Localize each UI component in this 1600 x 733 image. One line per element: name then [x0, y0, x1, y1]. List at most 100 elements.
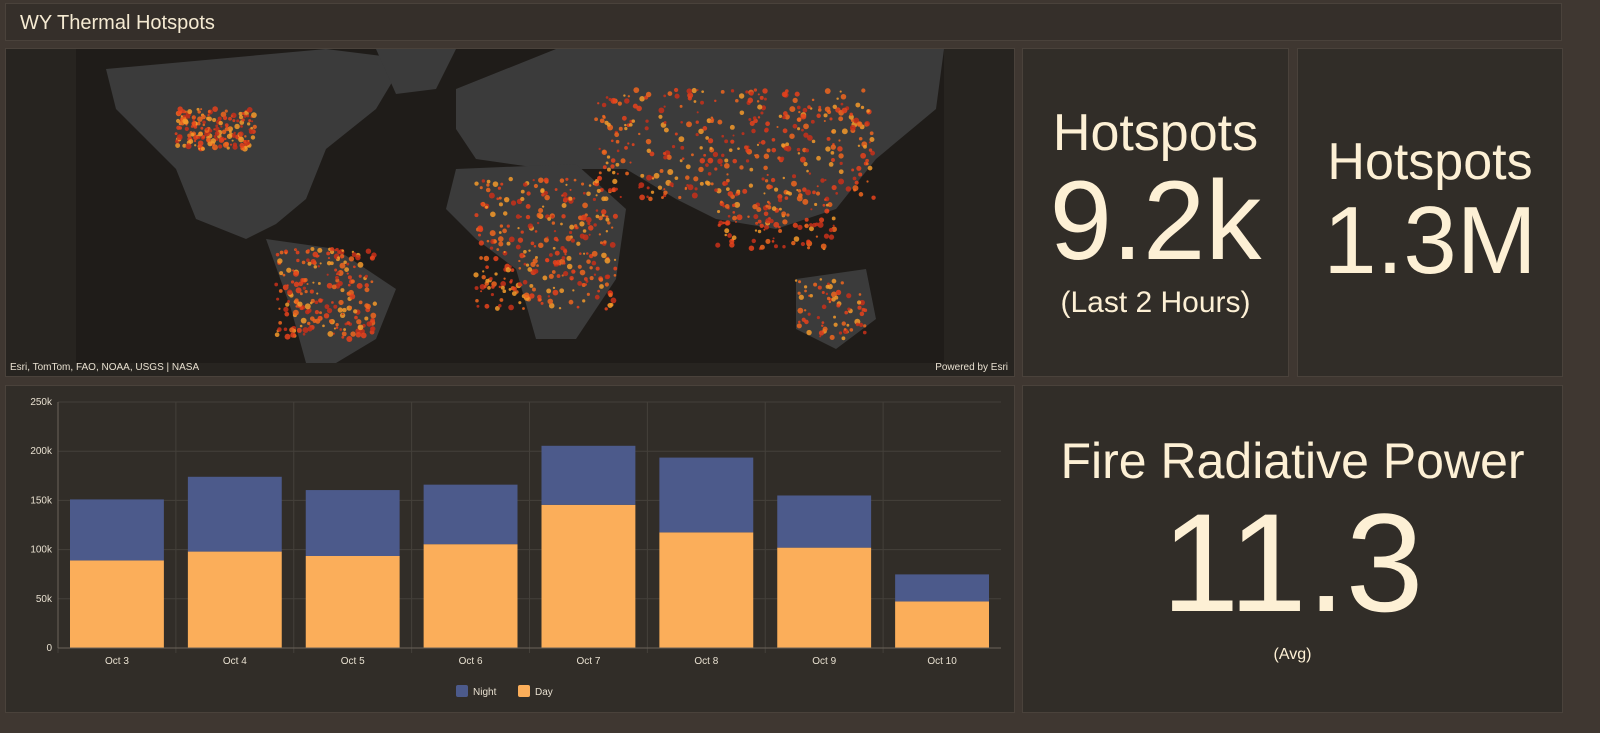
hotspot-dot [810, 208, 813, 211]
hotspot-dot [579, 252, 582, 255]
hotspot-dot [624, 145, 628, 150]
hotspot-dot [621, 115, 627, 121]
hotspot-dot [488, 192, 495, 199]
hotspot-dot [607, 188, 613, 193]
hotspot-dot [616, 149, 620, 153]
world-map[interactable] [76, 49, 944, 363]
hotspot-dot [344, 267, 349, 272]
hotspot-dot [474, 286, 479, 291]
hotspot-dot [183, 119, 189, 125]
bar-night[interactable] [895, 574, 989, 602]
hotspot-dot [559, 178, 565, 183]
hotspot-dot [674, 93, 680, 99]
hotspot-dot [741, 132, 745, 136]
hotspot-dot [559, 288, 565, 294]
hotspot-dot [607, 221, 611, 225]
hotspot-dot [554, 188, 558, 191]
bar-night[interactable] [541, 445, 636, 505]
hotspot-dot [609, 303, 614, 307]
kpi-fire-radiative-power: Fire Radiative Power 11.3 (Avg) [1022, 385, 1563, 713]
hotspot-dot [674, 176, 679, 181]
hotspot-dot [582, 202, 588, 209]
hotspot-dot [859, 311, 865, 317]
hotspot-dot [576, 305, 580, 309]
hotspot-dot [319, 299, 323, 303]
hotspot-dot [797, 152, 801, 155]
hotspot-dot [763, 228, 766, 231]
hotspot-dot [815, 191, 821, 196]
bar-night[interactable] [659, 457, 754, 533]
hotspot-dot [608, 292, 613, 298]
hotspot-dot [222, 142, 229, 148]
hotspot-dot [302, 327, 309, 334]
hotspot-dot [821, 324, 824, 328]
hotspot-dot [606, 155, 611, 159]
hotspot-map[interactable]: Esri, TomTom, FAO, NOAA, USGS | NASA Pow… [5, 48, 1015, 377]
hotspot-dot [804, 223, 809, 229]
hotspot-dot [220, 125, 223, 128]
hotspot-dot [789, 133, 795, 139]
hotspot-dot [306, 258, 310, 263]
bar-day[interactable] [423, 544, 518, 648]
bar-night[interactable] [187, 476, 282, 552]
hotspot-dot [714, 167, 718, 171]
hotspot-dot [707, 138, 714, 144]
map-attribution[interactable]: Esri, TomTom, FAO, NOAA, USGS | NASA [10, 362, 199, 373]
hotspot-dot [503, 251, 506, 254]
hotspot-dot [499, 298, 504, 302]
legend-label-night[interactable]: Night [473, 687, 497, 698]
hotspot-dot [620, 158, 626, 164]
y-tick-label: 0 [46, 643, 52, 654]
hotspot-dot [312, 251, 319, 258]
bar-day[interactable] [187, 551, 282, 648]
hotspot-dot [745, 159, 750, 163]
hotspot-dot [582, 229, 587, 233]
hotspot-dot [796, 117, 802, 122]
hotspot-dot [549, 253, 553, 257]
hotspot-dot [490, 292, 494, 297]
hotspot-dot [780, 156, 785, 161]
bar-day[interactable] [305, 555, 400, 648]
hotspot-dot [522, 279, 528, 285]
hotspot-dot [178, 126, 182, 130]
hotspot-dot [661, 196, 664, 199]
hotspot-dot [806, 239, 811, 244]
hotspot-dot [863, 144, 867, 149]
hotspot-dot [226, 133, 233, 139]
hotspot-dot [830, 151, 835, 155]
bar-day[interactable] [777, 547, 872, 648]
bar-night[interactable] [777, 495, 872, 548]
hotspot-dot [498, 241, 504, 247]
bar-night[interactable] [423, 484, 518, 545]
hotspot-dot [693, 100, 697, 103]
hotspot-dot [207, 109, 211, 113]
hotspot-dot [782, 219, 788, 225]
hotspot-dot [686, 88, 693, 94]
bar-night[interactable] [305, 490, 400, 556]
legend-swatch-night[interactable] [456, 685, 468, 697]
powered-by-esri[interactable]: Powered by Esri [935, 362, 1008, 373]
bar-day[interactable] [70, 560, 164, 648]
bar-day[interactable] [659, 532, 754, 648]
hotspot-dot [782, 111, 788, 116]
hotspot-dot [841, 321, 846, 326]
bar-day[interactable] [541, 504, 636, 648]
hotspot-dot [735, 98, 739, 103]
hotspot-dot [763, 153, 770, 160]
hotspot-dot [585, 252, 589, 255]
hotspot-dot [239, 142, 245, 148]
hotspot-dot [506, 224, 510, 228]
hotspot-dot [369, 255, 375, 261]
hotspot-dot [543, 237, 549, 243]
bar-night[interactable] [70, 499, 164, 561]
hotspot-dot [602, 150, 606, 154]
legend-swatch-day[interactable] [518, 685, 530, 697]
bar-day[interactable] [895, 601, 989, 648]
hotspot-dot [748, 117, 752, 121]
hotspot-dot [534, 230, 538, 233]
legend-label-day[interactable]: Day [535, 687, 553, 698]
hotspot-dot [837, 146, 843, 152]
hotspot-dot [562, 261, 566, 265]
hotspot-dot [585, 216, 592, 223]
hotspot-dot [277, 327, 282, 332]
